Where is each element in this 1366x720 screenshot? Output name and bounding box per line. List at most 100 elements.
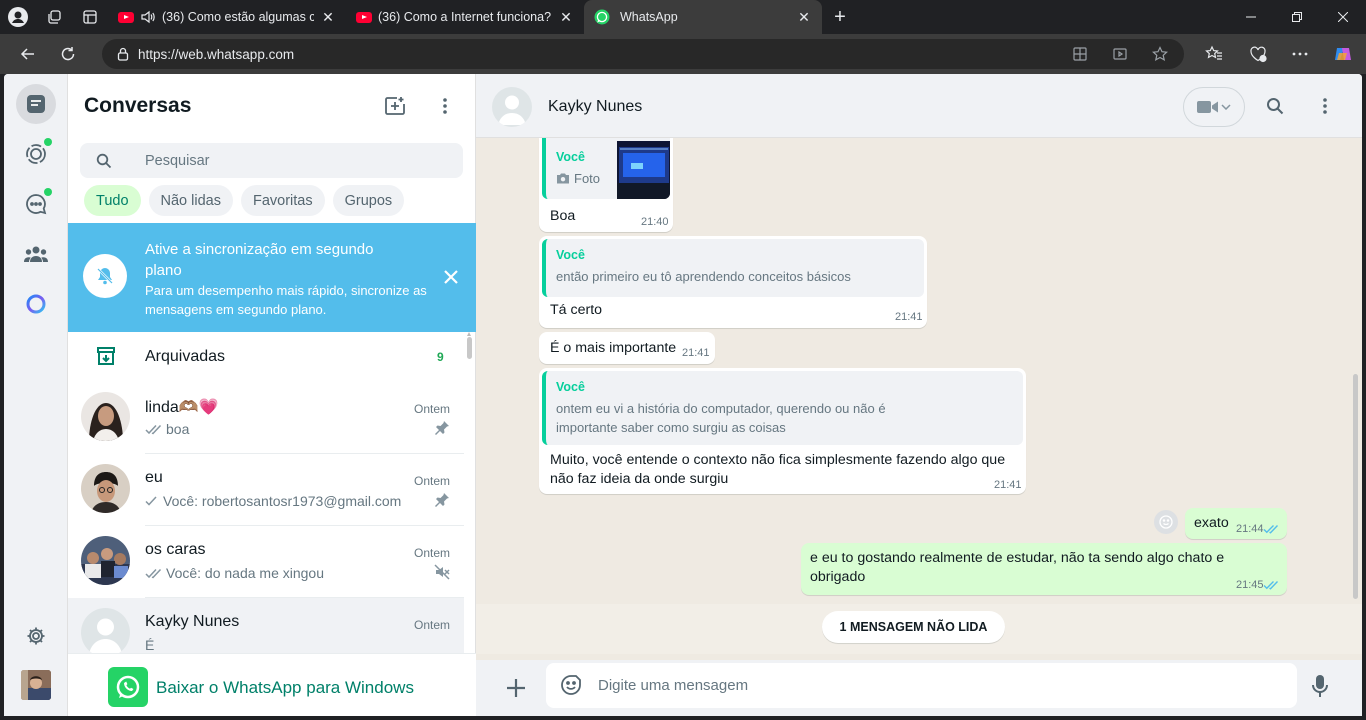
filter-nao-lidas[interactable]: Não lidas xyxy=(148,185,233,216)
react-emoji-button[interactable] xyxy=(1154,510,1178,534)
preview-text: boa xyxy=(166,421,190,437)
close-tab-icon[interactable]: ✕ xyxy=(796,9,812,26)
message-bubble[interactable]: Você então primeiro eu tô aprendendo con… xyxy=(539,236,927,328)
channels-nav-icon[interactable] xyxy=(16,184,56,224)
tab-strip: (36) Como estão algumas cid ✕ (36) Como … xyxy=(0,0,1366,34)
quote-text: ontem eu vi a história do computador, qu… xyxy=(556,401,886,416)
close-banner-icon[interactable] xyxy=(440,266,462,288)
unread-dot xyxy=(44,138,52,146)
message-bubble[interactable]: Você ontem eu vi a história do computado… xyxy=(539,368,1026,494)
address-bar[interactable]: https://web.whatsapp.com xyxy=(102,39,1184,69)
copilot-icon[interactable] xyxy=(1323,34,1363,74)
favorites-icon[interactable] xyxy=(1194,34,1234,74)
new-chat-icon[interactable] xyxy=(383,94,407,118)
photo-thumbnail[interactable] xyxy=(617,141,670,199)
bell-off-icon xyxy=(83,254,127,298)
reader-icon[interactable] xyxy=(1105,39,1135,69)
scrollbar-up-arrow[interactable] xyxy=(467,332,471,336)
meta-ai-icon[interactable] xyxy=(16,284,56,324)
archived-label: Arquivadas xyxy=(145,348,226,365)
grid-icon[interactable] xyxy=(1065,39,1095,69)
message-bubble-outgoing[interactable]: e eu to gostando realmente de estudar, n… xyxy=(801,543,1287,595)
chat-name: os caras xyxy=(145,541,206,558)
reload-icon[interactable] xyxy=(48,34,88,74)
message-placeholder: Digite uma mensagem xyxy=(598,677,749,694)
message-text: Tá certo xyxy=(550,302,603,318)
search-input[interactable]: Pesquisar xyxy=(80,143,463,178)
conversation-panel: Kayky Nunes Você Foto Boa 21:40 Você ent… xyxy=(476,74,1362,716)
profile-icon[interactable] xyxy=(0,0,36,34)
tab-whatsapp[interactable]: WhatsApp ✕ xyxy=(584,0,822,34)
conversation-header[interactable]: Kayky Nunes xyxy=(476,74,1362,138)
archived-row[interactable]: Arquivadas 9 xyxy=(68,332,464,382)
tab-youtube-2[interactable]: (36) Como a Internet funciona? - I ✕ xyxy=(346,0,584,34)
message-bubble[interactable]: É o mais importante 21:41 xyxy=(539,332,715,364)
message-input[interactable]: Digite uma mensagem xyxy=(546,663,1297,708)
tab-youtube-1[interactable]: (36) Como estão algumas cid ✕ xyxy=(108,0,346,34)
contact-name[interactable]: Kayky Nunes xyxy=(548,98,642,116)
status-nav-icon[interactable] xyxy=(16,134,56,174)
message-time: 21:41 xyxy=(994,479,1022,491)
quoted-message[interactable]: Você Foto xyxy=(542,138,670,199)
chat-row-os-caras[interactable]: os caras Ontem Você: do nada me xingou xyxy=(68,526,464,598)
video-call-button[interactable] xyxy=(1183,87,1245,127)
emoji-icon[interactable] xyxy=(560,674,582,696)
window-controls xyxy=(1228,0,1366,34)
browser-window: (36) Como estão algumas cid ✕ (36) Como … xyxy=(0,0,1366,720)
close-window-icon[interactable] xyxy=(1320,0,1366,34)
back-icon[interactable] xyxy=(8,34,48,74)
chat-row-eu[interactable]: eu Ontem Você: robertosantosr1973@gmail.… xyxy=(68,454,464,526)
download-app-banner[interactable]: Baixar o WhatsApp para Windows xyxy=(68,653,476,716)
browser-essentials-icon[interactable] xyxy=(1238,34,1278,74)
workspaces-icon[interactable] xyxy=(36,0,72,34)
message-bubble-outgoing[interactable]: exato 21:44 xyxy=(1185,508,1287,539)
banner-text: Para um desempenho mais rápido, sincroni… xyxy=(145,283,427,317)
menu-icon[interactable] xyxy=(433,94,457,118)
message-list[interactable]: Você Foto Boa 21:40 Você então primeiro … xyxy=(476,138,1362,660)
close-tab-icon[interactable]: ✕ xyxy=(320,9,336,26)
attach-plus-icon[interactable] xyxy=(502,674,530,702)
read-receipt-icon xyxy=(1263,524,1279,534)
sync-banner[interactable]: Ative a sincronização em segundo plano P… xyxy=(68,223,476,332)
new-tab-icon[interactable]: + xyxy=(822,0,858,34)
quote-text: Foto xyxy=(574,171,601,186)
chat-name: eu xyxy=(145,469,163,486)
audio-icon[interactable] xyxy=(140,10,156,24)
restore-icon[interactable] xyxy=(1274,0,1320,34)
settings-icon[interactable] xyxy=(16,616,56,656)
profile-avatar[interactable] xyxy=(16,665,56,705)
chat-time: Ontem xyxy=(414,402,451,416)
url-text: https://web.whatsapp.com xyxy=(138,46,295,62)
quoted-message[interactable]: Você então primeiro eu tô aprendendo con… xyxy=(542,239,924,297)
lock-icon[interactable] xyxy=(116,47,130,61)
filter-tudo[interactable]: Tudo xyxy=(84,185,141,216)
youtube-icon xyxy=(118,11,134,23)
pin-icon xyxy=(434,492,450,508)
chat-preview: É xyxy=(145,637,154,653)
close-tab-icon[interactable]: ✕ xyxy=(558,9,574,26)
tab-actions-icon[interactable] xyxy=(72,0,108,34)
video-camera-icon xyxy=(1197,100,1219,114)
chats-nav-icon[interactable] xyxy=(16,84,56,124)
communities-nav-icon[interactable] xyxy=(16,234,56,274)
filter-favoritas[interactable]: Favoritas xyxy=(240,185,325,216)
chat-preview: Você: robertosantosr1973@gmail.com xyxy=(145,493,401,509)
whatsapp-icon xyxy=(594,9,610,25)
favorite-star-icon[interactable] xyxy=(1145,39,1175,69)
preview-text: Você: do nada me xingou xyxy=(166,565,325,581)
more-menu-icon[interactable] xyxy=(1280,34,1320,74)
filter-grupos[interactable]: Grupos xyxy=(332,185,405,216)
sidebar-scrollbar[interactable] xyxy=(467,337,472,359)
panel-title: Conversas xyxy=(84,94,192,117)
microphone-icon[interactable] xyxy=(1312,674,1328,698)
conversation-menu-icon[interactable] xyxy=(1313,94,1337,118)
minimize-icon[interactable] xyxy=(1228,0,1274,34)
chat-row-linda[interactable]: linda🫶🏽💗 Ontem boa xyxy=(68,382,464,454)
chat-scrollbar[interactable] xyxy=(1353,374,1358,599)
download-link[interactable]: Baixar o WhatsApp para Windows xyxy=(156,678,414,698)
default-avatar-icon[interactable] xyxy=(492,87,532,127)
quoted-message[interactable]: Você ontem eu vi a história do computado… xyxy=(542,371,1023,445)
message-bubble[interactable]: Você Foto Boa 21:40 xyxy=(539,138,673,232)
preview-text: É xyxy=(145,637,155,653)
search-messages-icon[interactable] xyxy=(1263,94,1287,118)
